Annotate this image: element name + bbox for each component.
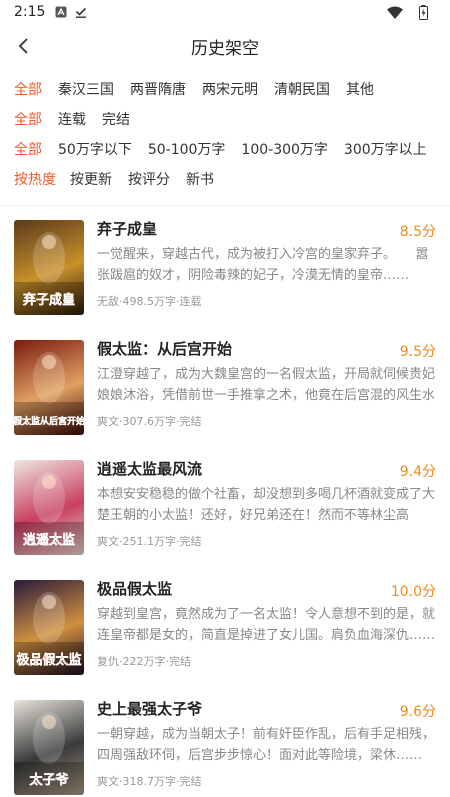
book-description: 本想安安稳稳的做个社畜，却没想到多喝几杯酒就变成了大楚王朝的小太监！还好，好兄弟… [97, 487, 435, 523]
page-title: 历史架空 [191, 38, 259, 59]
book-item[interactable]: 极品假太监 极品假太监 10.0分 穿越到皇宫，竟然成为了一名太监！令人意想不到… [0, 574, 450, 694]
filter-option[interactable]: 其他 [346, 79, 374, 99]
book-title[interactable]: 假太监：从后宫开始 [97, 338, 232, 359]
book-cover[interactable]: 弃子成皇 [14, 220, 84, 315]
book-description: 一觉醒来，穿越古代，成为被打入冷宫的皇家弃子。 嚣张跋扈的奴才，阴险毒辣的妃子，… [97, 247, 429, 283]
svg-text:逍遥太监: 逍遥太监 [23, 532, 75, 548]
filter-option[interactable]: 两晋隋唐 [130, 79, 186, 99]
book-title[interactable]: 史上最强太子爷 [97, 698, 202, 719]
filter-option[interactable]: 两宋元明 [202, 79, 258, 99]
status-bar: 2:15 [0, 0, 450, 24]
sort-option[interactable]: 新书 [186, 169, 214, 189]
cover-art: 假太监从后宫开始 [14, 352, 84, 435]
book-score: 10.0分 [390, 584, 436, 600]
svg-text:假太监从后宫开始: 假太监从后宫开始 [14, 415, 84, 427]
filter-panel: 全部 秦汉三国 两晋隋唐 两宋元明 清朝民国 其他 全部 连载 完结 全部 50… [0, 74, 450, 194]
cover-art: 太子爷 [14, 712, 84, 795]
wifi-icon [387, 6, 403, 19]
filter-row-sort: 按热度 按更新 按评分 新书 [0, 164, 450, 194]
filter-row-wordcount: 全部 50万字以下 50-100万字 100-300万字 300万字以上 [0, 134, 450, 164]
book-score: 9.5分 [399, 344, 436, 360]
book-description: 穿越到皇宫，竟然成为了一名太监！令人意想不到的是，就连皇帝都是女的，简直是掉进了… [97, 607, 435, 643]
cover-art: 逍遥太监 [14, 472, 84, 555]
book-description: 江澄穿越了，成为大魏皇宫的一名假太监，开局就伺候贵妃娘娘沐浴，凭借前世一手推拿之… [97, 367, 435, 403]
filter-option[interactable]: 全部 [14, 139, 44, 159]
back-button[interactable] [8, 30, 40, 62]
svg-text:极品假太监: 极品假太监 [16, 652, 81, 668]
filter-option[interactable]: 清朝民国 [274, 79, 330, 99]
cover-art: 弃子成皇 [14, 232, 84, 315]
divider [0, 205, 450, 206]
filter-option[interactable]: 完结 [102, 109, 130, 129]
book-item[interactable]: 太子爷 史上最强太子爷 9.6分 一朝穿越，成为当朝太子！前有奸臣作乱，后有手足… [0, 694, 450, 797]
notification-a-icon [55, 6, 67, 18]
book-item[interactable]: 弃子成皇 弃子成皇 8.5分 一觉醒来，穿越古代，成为被打入冷宫的皇家弃子。 嚣… [0, 214, 450, 334]
book-score: 9.4分 [399, 464, 436, 480]
filter-option[interactable]: 秦汉三国 [58, 79, 114, 99]
book-cover[interactable]: 极品假太监 [14, 580, 84, 675]
book-title[interactable]: 逍遥太监最风流 [97, 458, 202, 479]
book-meta: 爽文·251.1万字·完结 [97, 535, 202, 548]
filter-row-dynasty: 全部 秦汉三国 两晋隋唐 两宋元明 清朝民国 其他 [0, 74, 450, 104]
book-meta: 复仇·222万字·完结 [97, 655, 191, 668]
book-title[interactable]: 弃子成皇 [97, 218, 157, 239]
book-meta: 无敌·498.5万字·连载 [97, 295, 202, 308]
book-title[interactable]: 极品假太监 [97, 578, 172, 599]
download-done-icon [75, 6, 87, 18]
cover-art: 极品假太监 [14, 592, 84, 675]
book-list: 弃子成皇 弃子成皇 8.5分 一觉醒来，穿越古代，成为被打入冷宫的皇家弃子。 嚣… [0, 214, 450, 797]
filter-option[interactable]: 50-100万字 [148, 139, 226, 159]
filter-option[interactable]: 300万字以上 [344, 139, 427, 159]
book-item[interactable]: 假太监从后宫开始 假太监：从后宫开始 9.5分 江澄穿越了，成为大魏皇宫的一名假… [0, 334, 450, 454]
back-arrow-icon [18, 38, 28, 54]
book-meta: 爽文·307.6万字·完结 [97, 415, 202, 428]
filter-option[interactable]: 50万字以下 [58, 139, 132, 159]
sort-option[interactable]: 按评分 [128, 169, 170, 189]
filter-option[interactable]: 全部 [14, 109, 44, 129]
svg-text:太子爷: 太子爷 [28, 772, 69, 788]
book-description: 一朝穿越，成为当朝太子！前有奸臣作乱，后有手足相残，四周强敌环伺，后宫步步惊心！… [97, 727, 435, 763]
filter-option[interactable]: 全部 [14, 79, 44, 99]
filter-option[interactable]: 连载 [58, 109, 86, 129]
battery-icon [419, 4, 428, 20]
book-meta: 爽文·318.7万字·完结 [97, 775, 202, 788]
book-cover[interactable]: 假太监从后宫开始 [14, 340, 84, 435]
book-cover[interactable]: 逍遥太监 [14, 460, 84, 555]
title-bar: 历史架空 [0, 24, 450, 68]
svg-text:弃子成皇: 弃子成皇 [23, 292, 75, 308]
filter-option[interactable]: 100-300万字 [241, 139, 328, 159]
filter-row-status: 全部 连载 完结 [0, 104, 450, 134]
status-time: 2:15 [14, 4, 46, 20]
book-cover[interactable]: 太子爷 [14, 700, 84, 795]
sort-option[interactable]: 按更新 [70, 169, 112, 189]
book-score: 9.6分 [399, 704, 436, 720]
sort-option[interactable]: 按热度 [14, 169, 56, 189]
book-item[interactable]: 逍遥太监 逍遥太监最风流 9.4分 本想安安稳稳的做个社畜，却没想到多喝几杯酒就… [0, 454, 450, 574]
book-score: 8.5分 [399, 224, 436, 240]
